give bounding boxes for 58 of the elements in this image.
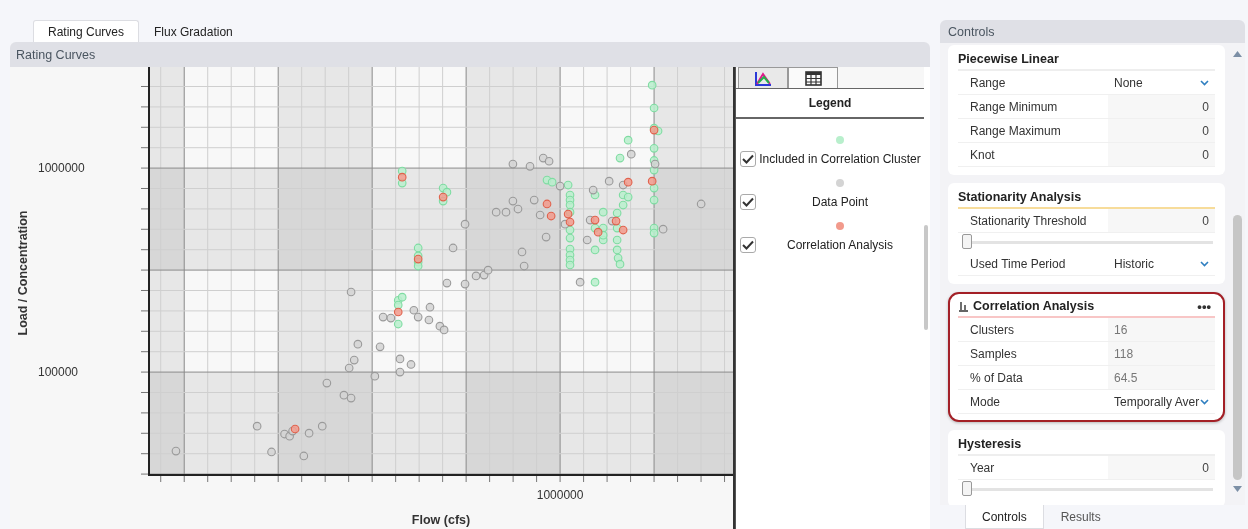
panel-title: Rating Curves bbox=[15, 47, 96, 62]
value-readout: 118 bbox=[1108, 342, 1215, 365]
view-tab[interactable]: Rating Curves bbox=[33, 20, 140, 42]
field-label: Used Time Period bbox=[969, 255, 1067, 273]
field-label: Year bbox=[969, 459, 996, 477]
panel-tab[interactable]: Results bbox=[1043, 505, 1118, 529]
scroll-up-arrow-icon[interactable] bbox=[1232, 51, 1242, 57]
chevron-icon bbox=[1200, 398, 1209, 405]
field-label: Samples bbox=[969, 345, 1018, 363]
axis-tick-label: 1000000 bbox=[536, 488, 584, 502]
value-readout: 64.5 bbox=[1108, 366, 1215, 389]
scrollbar-thumb[interactable] bbox=[1232, 215, 1242, 480]
number-field[interactable]: 0 bbox=[1108, 95, 1215, 118]
field-label: Range bbox=[969, 74, 1007, 92]
checkbox[interactable] bbox=[740, 194, 756, 210]
field-label: % of Data bbox=[969, 369, 1024, 387]
table-view-button[interactable] bbox=[788, 67, 838, 88]
section-title: Piecewise Linear bbox=[958, 52, 1060, 66]
legend-label: Correlation Analysis bbox=[785, 238, 895, 252]
more-button[interactable]: ••• bbox=[1193, 298, 1215, 314]
scroll-down-arrow-icon[interactable] bbox=[1232, 486, 1242, 492]
field-label: Mode bbox=[969, 393, 1002, 411]
scrollbar-thumb[interactable] bbox=[924, 225, 928, 330]
axis-tick-label: 1000000 bbox=[38, 161, 85, 176]
view-tab[interactable]: Flux Gradation bbox=[139, 20, 248, 42]
number-field[interactable]: 0 bbox=[1108, 209, 1215, 232]
field-label: Range Maximum bbox=[969, 122, 1062, 140]
field-label: Stationarity Threshold bbox=[969, 212, 1088, 230]
slider-thumb[interactable] bbox=[962, 481, 972, 496]
legend-title: Legend bbox=[808, 96, 852, 110]
number-field[interactable]: 0 bbox=[1108, 456, 1215, 479]
checkbox[interactable] bbox=[740, 237, 756, 253]
slider-thumb[interactable] bbox=[962, 234, 972, 249]
legend-label: Included in Correlation Cluster bbox=[758, 152, 922, 166]
chart-view-button[interactable] bbox=[738, 67, 788, 88]
panel-tab[interactable]: Controls bbox=[965, 505, 1044, 529]
table-icon bbox=[804, 70, 822, 86]
legend-label: Data Point bbox=[810, 195, 869, 209]
field-label: Clusters bbox=[969, 321, 1015, 339]
axis-tick-label: 100000 bbox=[38, 365, 79, 380]
section-title: Correlation Analysis bbox=[973, 299, 1096, 313]
chevron-icon bbox=[1200, 79, 1209, 86]
value-readout: 16 bbox=[1108, 318, 1215, 341]
chart-icon bbox=[754, 70, 772, 86]
checkbox[interactable] bbox=[740, 151, 756, 167]
bar-chart-icon bbox=[958, 300, 969, 312]
slider[interactable] bbox=[962, 233, 1213, 252]
y-axis-title: Load / Concentration bbox=[16, 210, 30, 336]
x-axis-title: Flow (cfs) bbox=[411, 513, 471, 527]
number-field[interactable]: 0 bbox=[1108, 119, 1215, 142]
slider[interactable] bbox=[962, 480, 1213, 499]
chevron-icon bbox=[1200, 260, 1209, 267]
field-label: Range Minimum bbox=[969, 98, 1059, 116]
section-title: Stationarity Analysis bbox=[958, 190, 1083, 204]
section-title: Hysteresis bbox=[958, 437, 1023, 451]
number-field[interactable]: 0 bbox=[1108, 143, 1215, 166]
field-label: Knot bbox=[969, 146, 996, 164]
panel-title: Controls bbox=[947, 24, 995, 39]
